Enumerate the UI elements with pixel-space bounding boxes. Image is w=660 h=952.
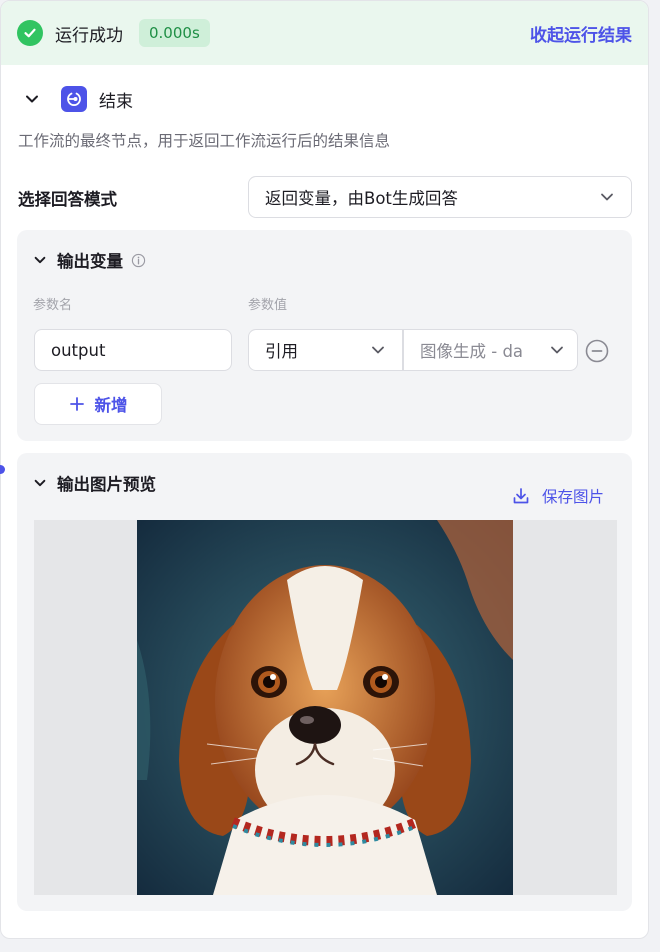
chevron-down-icon[interactable]: [33, 476, 47, 490]
plus-icon: [69, 396, 85, 412]
answer-mode-label: 选择回答模式: [18, 190, 117, 209]
add-param-button[interactable]: 新增: [34, 383, 162, 425]
param-name-input[interactable]: output: [34, 329, 232, 371]
image-preview-frame: [34, 520, 617, 895]
chevron-down-icon[interactable]: [33, 253, 47, 267]
generated-dog-image: [137, 520, 513, 895]
image-preview-panel: 输出图片预览 保存图片: [17, 453, 632, 911]
info-icon[interactable]: [131, 253, 146, 268]
success-check-icon: [17, 20, 43, 46]
answer-mode-select[interactable]: 返回变量，由Bot生成回答: [248, 176, 632, 218]
param-name-header: 参数名: [33, 298, 73, 313]
node-description: 工作流的最终节点，用于返回工作流运行后的结果信息: [18, 132, 391, 150]
output-variables-panel: 输出变量 参数名 参数值 output 引用 图像生成 - da 新增: [17, 230, 632, 441]
chevron-down-icon[interactable]: [21, 88, 43, 110]
remove-param-icon[interactable]: [585, 339, 609, 363]
chevron-down-icon: [599, 189, 615, 205]
end-node-icon: [61, 86, 87, 112]
ref-source-select[interactable]: 图像生成 - da: [403, 329, 578, 371]
run-status-text: 运行成功: [55, 25, 123, 46]
ref-source-value: 图像生成 - da: [420, 342, 524, 361]
add-param-label: 新增: [94, 396, 128, 415]
node-title: 结束: [99, 91, 133, 112]
node-header: 结束: [21, 85, 133, 113]
save-image-label: 保存图片: [541, 488, 604, 506]
ref-type-value: 引用: [265, 342, 298, 361]
chevron-down-icon: [549, 342, 565, 358]
save-image-button[interactable]: 保存图片: [512, 485, 604, 507]
run-status-bar: 运行成功 0.000s 收起运行结果: [1, 1, 648, 65]
answer-mode-value: 返回变量，由Bot生成回答: [265, 189, 458, 208]
end-node-card: 运行成功 0.000s 收起运行结果 结束 工作流的最终节点，用于返回工作流运行…: [0, 0, 649, 939]
collapse-results-link[interactable]: 收起运行结果: [530, 21, 632, 46]
param-value-header: 参数值: [248, 298, 288, 313]
param-name-value: output: [51, 340, 106, 360]
chevron-down-icon: [370, 342, 386, 358]
download-icon: [512, 487, 530, 505]
image-preview-title: 输出图片预览: [57, 475, 156, 494]
output-variables-title: 输出变量: [57, 252, 123, 271]
ref-type-select[interactable]: 引用: [248, 329, 403, 371]
run-duration-badge: 0.000s: [139, 19, 210, 47]
